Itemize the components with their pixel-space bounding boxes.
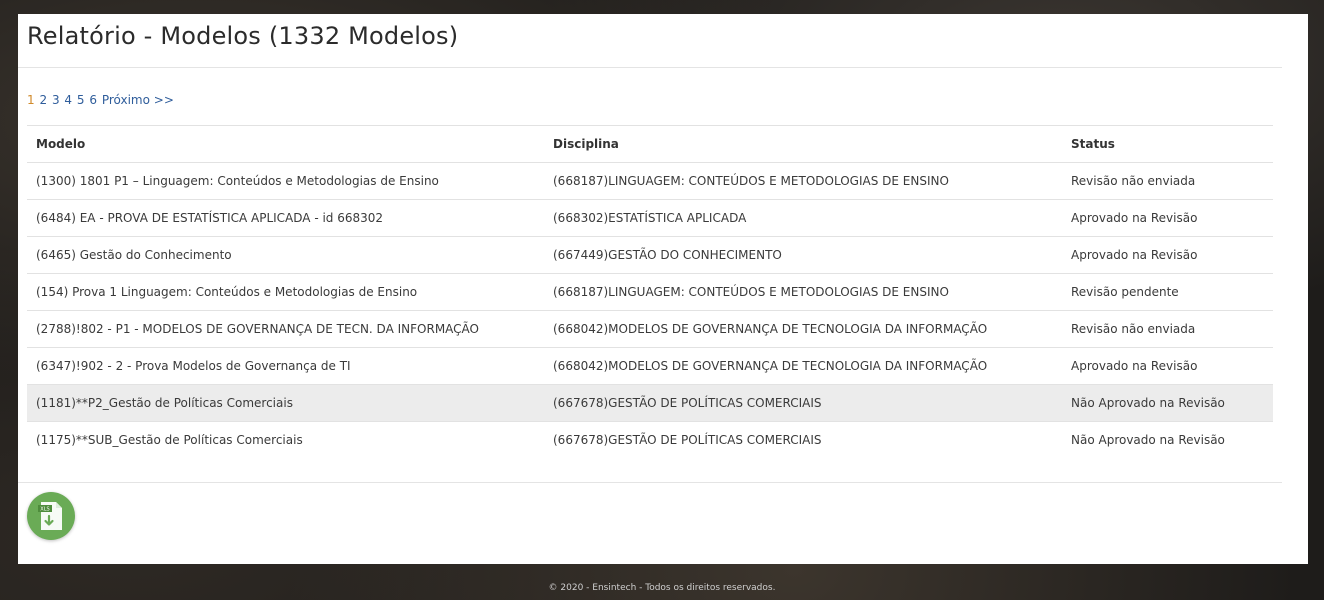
column-header-disciplina: Disciplina (544, 125, 1062, 163)
cell-status: Aprovado na Revisão (1062, 236, 1273, 274)
table-row: (154) Prova 1 Linguagem: Conteúdos e Met… (27, 273, 1273, 311)
cell-modelo: (2788)!802 - P1 - MODELOS DE GOVERNANÇA … (27, 310, 544, 348)
cell-modelo: (1181)**P2_Gestão de Políticas Comerciai… (27, 384, 544, 422)
cell-status: Revisão não enviada (1062, 162, 1273, 200)
page-link-6[interactable]: 6 (89, 93, 97, 107)
column-header-modelo: Modelo (27, 125, 544, 163)
export-xls-button[interactable]: XLS (27, 492, 75, 540)
cell-status: Aprovado na Revisão (1062, 347, 1273, 385)
table-row: (1181)**P2_Gestão de Políticas Comerciai… (27, 384, 1273, 422)
cell-status: Não Aprovado na Revisão (1062, 421, 1273, 459)
cell-disciplina: (667449)GESTÃO DO CONHECIMENTO (544, 236, 1062, 274)
cell-disciplina: (668042)MODELOS DE GOVERNANÇA DE TECNOLO… (544, 347, 1062, 385)
table-row: (1175)**SUB_Gestão de Políticas Comercia… (27, 421, 1273, 459)
cell-modelo: (1300) 1801 P1 – Linguagem: Conteúdos e … (27, 162, 544, 200)
cell-disciplina: (667678)GESTÃO DE POLÍTICAS COMERCIAIS (544, 421, 1062, 459)
page-link-5[interactable]: 5 (77, 93, 85, 107)
page-link-4[interactable]: 4 (64, 93, 72, 107)
cell-modelo: (6484) EA - PROVA DE ESTATÍSTICA APLICAD… (27, 199, 544, 237)
column-header-status: Status (1062, 125, 1273, 163)
cell-disciplina: (668302)ESTATÍSTICA APLICADA (544, 199, 1062, 237)
table-row: (6347)!902 - 2 - Prova Modelos de Govern… (27, 347, 1273, 385)
cell-modelo: (154) Prova 1 Linguagem: Conteúdos e Met… (27, 273, 544, 311)
divider (18, 67, 1282, 68)
page-link-3[interactable]: 3 (52, 93, 60, 107)
table-row: (2788)!802 - P1 - MODELOS DE GOVERNANÇA … (27, 310, 1273, 348)
cell-modelo: (6347)!902 - 2 - Prova Modelos de Govern… (27, 347, 544, 385)
cell-status: Revisão não enviada (1062, 310, 1273, 348)
cell-disciplina: (668187)LINGUAGEM: CONTEÚDOS E METODOLOG… (544, 162, 1062, 200)
models-table: Modelo Disciplina Status (1300) 1801 P1 … (27, 125, 1273, 459)
table-row: (1300) 1801 P1 – Linguagem: Conteúdos e … (27, 162, 1273, 200)
table-header-row: Modelo Disciplina Status (27, 125, 1273, 163)
divider (18, 482, 1282, 483)
footer-copyright: © 2020 - Ensintech - Todos os direitos r… (548, 583, 776, 593)
table-row: (6484) EA - PROVA DE ESTATÍSTICA APLICAD… (27, 199, 1273, 237)
page-link-1: 1 (27, 93, 35, 107)
cell-status: Não Aprovado na Revisão (1062, 384, 1273, 422)
cell-modelo: (6465) Gestão do Conhecimento (27, 236, 544, 274)
cell-disciplina: (667678)GESTÃO DE POLÍTICAS COMERCIAIS (544, 384, 1062, 422)
cell-disciplina: (668042)MODELOS DE GOVERNANÇA DE TECNOLO… (544, 310, 1062, 348)
page-link-2[interactable]: 2 (39, 93, 47, 107)
page-title: Relatório - Modelos (1332 Modelos) (27, 22, 459, 50)
xls-file-download-icon: XLS (38, 502, 62, 530)
cell-status: Aprovado na Revisão (1062, 199, 1273, 237)
next-page-link[interactable]: Próximo >> (102, 93, 174, 107)
xls-badge-text: XLS (40, 507, 49, 513)
cell-disciplina: (668187)LINGUAGEM: CONTEÚDOS E METODOLOG… (544, 273, 1062, 311)
table-row: (6465) Gestão do Conhecimento (667449)GES… (27, 236, 1273, 274)
cell-status: Revisão pendente (1062, 273, 1273, 311)
cell-modelo: (1175)**SUB_Gestão de Políticas Comercia… (27, 421, 544, 459)
pagination: 1 2 3 4 5 6 Próximo >> (27, 93, 175, 107)
report-panel: Relatório - Modelos (1332 Modelos) 1 2 3… (18, 14, 1308, 564)
